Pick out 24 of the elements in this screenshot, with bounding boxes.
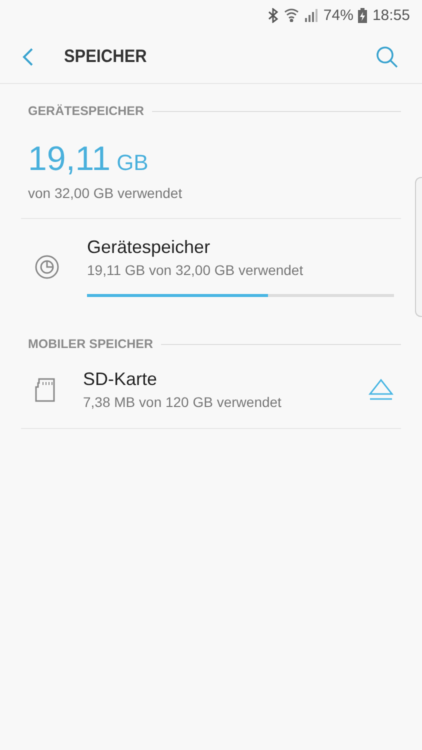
section-header: GERÄTESPEICHER [28, 104, 144, 118]
back-button[interactable] [22, 46, 34, 66]
eject-button[interactable] [368, 378, 394, 402]
scroll-handle[interactable] [415, 177, 422, 317]
storage-name: SD-Karte [83, 369, 158, 390]
storage-name: Gerätespeicher [87, 237, 212, 258]
storage-usage: 19,11 GB von 32,00 GB verwendet [87, 262, 304, 278]
storage-item[interactable]: SD-Karte 7,38 MB von 120 GB verwendet [0, 351, 414, 428]
search-button[interactable] [376, 46, 398, 68]
storage-usage: 7,38 MB von 120 GB verwendet [83, 394, 282, 410]
bluetooth-icon [267, 8, 280, 22]
wifi-icon [284, 8, 300, 22]
page-title: SPEICHER [64, 46, 148, 67]
usage-caption: von 32,00 GB verwendet [27, 185, 184, 201]
used-amount: 19,11 [28, 140, 111, 179]
signal-icon [304, 8, 318, 22]
sd-card-icon [34, 378, 56, 402]
storage-chart-icon [34, 254, 60, 280]
section-header: MOBILER SPEICHER [28, 337, 154, 351]
clock: 18:55 [372, 6, 410, 24]
storage-item[interactable]: Gerätespeicher 19,11 GB von 32,00 GB verwendet [0, 219, 414, 309]
battery-charging-icon [358, 8, 368, 22]
used-unit: GB [116, 150, 148, 176]
battery-percent: 74% [323, 6, 354, 24]
